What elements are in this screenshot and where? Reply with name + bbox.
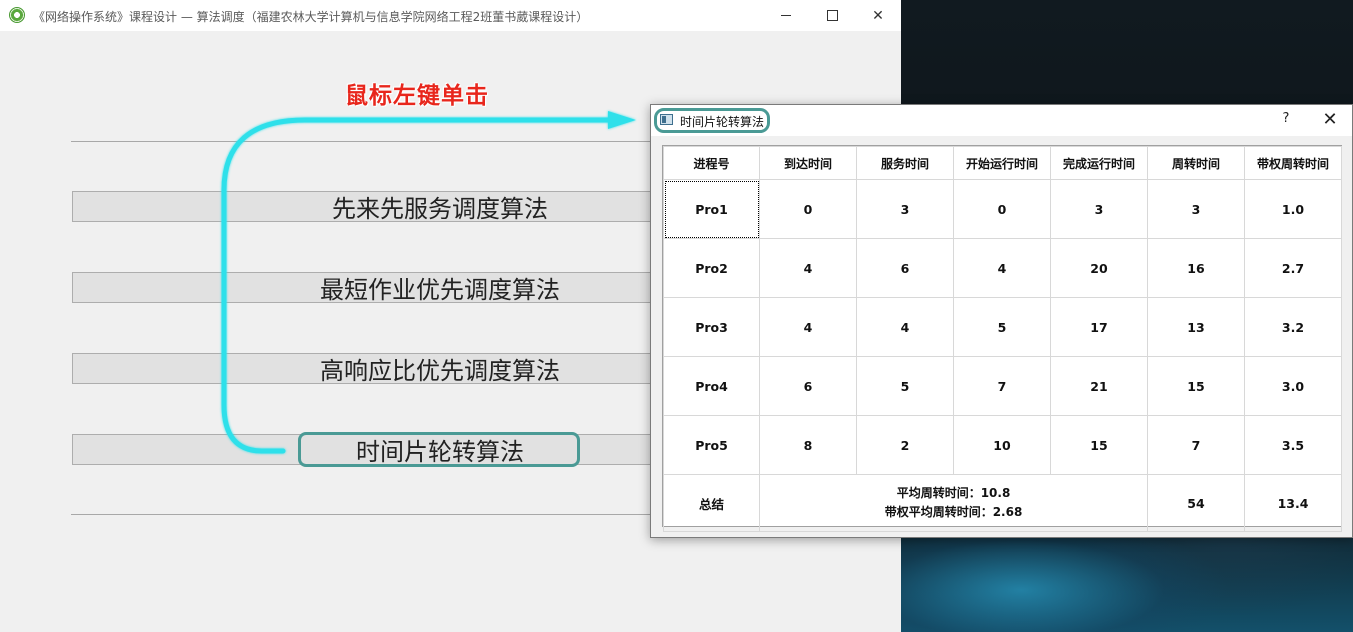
avg-weighted-turnaround-text: 带权平均周转时间：2.68: [884, 505, 1023, 519]
arrow-head: [608, 111, 636, 129]
table-cell[interactable]: Pro2: [663, 238, 760, 298]
table-cell[interactable]: 3: [1050, 179, 1148, 239]
header-pid[interactable]: 进程号: [663, 146, 760, 180]
table-row: Pro4 6 5 7 21 15 3.0: [663, 356, 1342, 416]
table-cell[interactable]: 13: [1147, 297, 1245, 357]
table-cell[interactable]: 5: [953, 297, 1051, 357]
table-cell[interactable]: 3.2: [1244, 297, 1342, 357]
help-button[interactable]: ?: [1271, 111, 1301, 131]
table-cell[interactable]: 4: [953, 238, 1051, 298]
dialog-close-button[interactable]: ✕: [1315, 109, 1345, 133]
header-weighted-turnaround[interactable]: 带权周转时间: [1244, 146, 1342, 180]
table-row: Pro2 4 6 4 20 16 2.7: [663, 238, 1342, 298]
total-weighted-turnaround[interactable]: 13.4: [1244, 474, 1342, 532]
summary-row: 总结 平均周转时间：10.8 带权平均周转时间：2.68 54 13.4: [663, 474, 1342, 532]
results-table-container: 进程号 到达时间 服务时间 开始运行时间 完成运行时间 周转时间 带权周转时间 …: [662, 145, 1342, 532]
table-cell[interactable]: 15: [1147, 356, 1245, 416]
results-table: 进程号 到达时间 服务时间 开始运行时间 完成运行时间 周转时间 带权周转时间 …: [663, 146, 1342, 532]
header-finish[interactable]: 完成运行时间: [1050, 146, 1148, 180]
table-header-row: 进程号 到达时间 服务时间 开始运行时间 完成运行时间 周转时间 带权周转时间: [663, 146, 1342, 180]
table-cell[interactable]: Pro4: [663, 356, 760, 416]
table-cell[interactable]: 4: [759, 297, 857, 357]
table-cell[interactable]: 6: [759, 356, 857, 416]
header-arrival[interactable]: 到达时间: [759, 146, 857, 180]
table-cell[interactable]: 7: [953, 356, 1051, 416]
table-cell[interactable]: 17: [1050, 297, 1148, 357]
table-cell[interactable]: 4: [759, 238, 857, 298]
table-row: Pro5 8 2 10 15 7 3.5: [663, 415, 1342, 475]
table-row: Pro3 4 4 5 17 13 3.2: [663, 297, 1342, 357]
table-cell[interactable]: Pro1: [663, 179, 760, 239]
annotation-text: 鼠标左键单击: [345, 83, 489, 109]
table-cell[interactable]: 6: [856, 238, 954, 298]
header-service[interactable]: 服务时间: [856, 146, 954, 180]
dialog-titlebar: 时间片轮转算法 ? ✕: [651, 105, 1352, 136]
table-cell[interactable]: 15: [1050, 415, 1148, 475]
table-cell[interactable]: Pro5: [663, 415, 760, 475]
table-cell[interactable]: 5: [856, 356, 954, 416]
table-cell[interactable]: Pro3: [663, 297, 760, 357]
table-cell[interactable]: 1.0: [1244, 179, 1342, 239]
table-cell[interactable]: 3.5: [1244, 415, 1342, 475]
avg-turnaround-text: 平均周转时间：10.8: [896, 486, 1011, 500]
table-cell[interactable]: 2: [856, 415, 954, 475]
table-cell[interactable]: 0: [759, 179, 857, 239]
table-cell[interactable]: 8: [759, 415, 857, 475]
arrow-path: [221, 117, 615, 454]
table-cell[interactable]: 21: [1050, 356, 1148, 416]
total-turnaround[interactable]: 54: [1147, 474, 1245, 532]
table-row: Pro1 0 3 0 3 3 1.0: [663, 179, 1342, 239]
table-cell[interactable]: 10: [953, 415, 1051, 475]
summary-label[interactable]: 总结: [663, 474, 760, 532]
table-cell[interactable]: 7: [1147, 415, 1245, 475]
dialog-title: 时间片轮转算法: [680, 115, 765, 129]
summary-averages-cell[interactable]: 平均周转时间：10.8 带权平均周转时间：2.68: [759, 474, 1148, 532]
table-cell[interactable]: 3.0: [1244, 356, 1342, 416]
header-start[interactable]: 开始运行时间: [953, 146, 1051, 180]
table-cell[interactable]: 3: [1147, 179, 1245, 239]
table-cell[interactable]: 20: [1050, 238, 1148, 298]
table-cell[interactable]: 4: [856, 297, 954, 357]
header-turnaround[interactable]: 周转时间: [1147, 146, 1245, 180]
table-cell[interactable]: 0: [953, 179, 1051, 239]
window-icon: [660, 114, 673, 125]
table-cell[interactable]: 16: [1147, 238, 1245, 298]
table-cell[interactable]: 2.7: [1244, 238, 1342, 298]
round-robin-dialog: 时间片轮转算法 ? ✕ 进程号 到达时间 服务时间 开始运行时间 完成运行时间 …: [650, 104, 1353, 538]
table-cell[interactable]: 3: [856, 179, 954, 239]
